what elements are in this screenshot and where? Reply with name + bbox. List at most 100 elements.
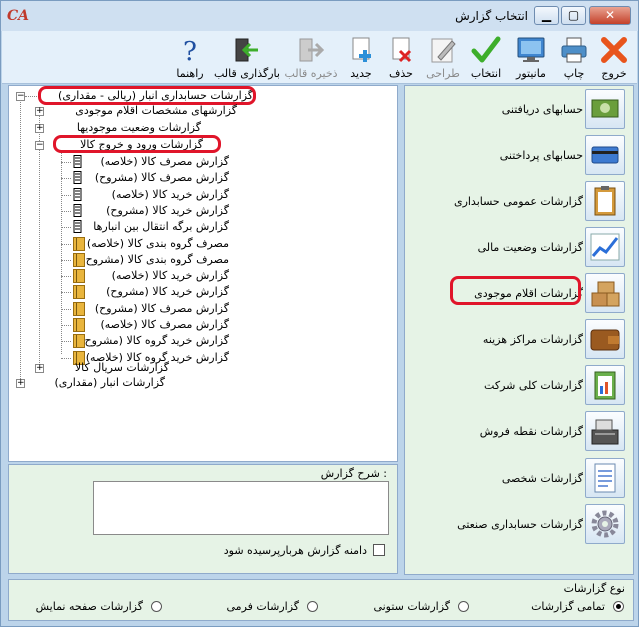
tree-expand-serial[interactable]: + — [35, 364, 44, 373]
tree-item-report-5[interactable]: مصرف گروه بندی کالا (خلاصه) — [87, 236, 229, 252]
new-doc-icon — [346, 35, 376, 65]
category-personal[interactable]: گزارشات شخصی — [413, 458, 627, 502]
category-financial-status[interactable]: گزارشات وضعیت مالی — [413, 227, 627, 271]
report-doc-icon — [73, 155, 83, 168]
highlight-inout — [53, 135, 221, 153]
design-icon — [428, 35, 458, 65]
checkmark-icon — [471, 35, 501, 65]
monitor-button[interactable]: مانیتور — [508, 33, 554, 83]
report-doc-icon — [73, 171, 83, 185]
label-all-reports: تمامی گزارشات — [531, 600, 605, 613]
tree-expand-status[interactable]: + — [35, 124, 44, 133]
money-icon — [585, 89, 625, 129]
new-button[interactable]: جدید — [342, 33, 380, 83]
report-doc-icon — [73, 203, 83, 217]
category-payables[interactable]: حسابهای پرداختنی — [413, 135, 627, 179]
tree-item-report-3[interactable]: گزارش خرید کالا (مشروح) — [106, 203, 229, 219]
ask-range-label: دامنه گزارش هربارپرسیده شود — [223, 544, 367, 557]
cash-register-icon — [585, 411, 625, 451]
tree-item-qty[interactable]: گزارشات انبار (مقداری) — [55, 375, 165, 391]
radio-column-reports[interactable] — [458, 601, 469, 612]
description-title: شرح گزارش : — [320, 467, 387, 480]
printer-icon — [559, 35, 589, 65]
report-book-icon — [73, 269, 85, 284]
select-button[interactable]: انتخاب — [466, 33, 506, 83]
tree-item-report-11[interactable]: گزارش خرید گروه کالا (مشروح) — [80, 333, 229, 349]
monitor-icon — [516, 35, 546, 65]
exit-button[interactable]: خروج — [594, 33, 634, 83]
label-screen-reports: گزارشات صفحه نمایش — [35, 600, 143, 613]
report-doc-icon — [73, 220, 83, 234]
tree-item-report-4[interactable]: گزارش برگه انتقال بین انبارها — [93, 219, 229, 235]
description-box[interactable] — [93, 481, 389, 535]
tree-item-report-0[interactable]: گزارش مصرف کالا (خلاصه) — [100, 154, 229, 170]
delete-doc-icon — [386, 35, 416, 65]
tree-collapse-root[interactable]: − — [16, 92, 25, 101]
category-panel: حسابهای دریافتنی حسابهای پرداختنی گزارشا… — [404, 85, 634, 575]
svg-text:?: ? — [183, 37, 197, 65]
report-book-icon — [73, 285, 85, 300]
window-title: انتخاب گزارش — [455, 9, 528, 23]
report-book-icon — [73, 252, 85, 267]
exit-icon — [599, 35, 629, 65]
description-panel: شرح گزارش : دامنه گزارش هربارپرسیده شود — [8, 464, 398, 574]
boxes-icon — [585, 273, 625, 313]
tree-item-report-7[interactable]: گزارش خرید کالا (خلاصه) — [112, 268, 229, 284]
app-logo: CA — [7, 8, 30, 24]
radio-screen-reports[interactable] — [151, 601, 162, 612]
help-icon: ? — [175, 35, 205, 67]
chart-icon — [585, 227, 625, 267]
design-button[interactable]: طراحی — [422, 33, 464, 83]
delete-button[interactable]: حذف — [382, 33, 420, 83]
toolbar: خروج چاپ مانیتور انتخاب طراحی حذف جدید ذ… — [2, 31, 637, 84]
label-column-reports: گزارشات ستونی — [373, 600, 450, 613]
category-cost-centers[interactable]: گزارشات مراکز هزینه — [413, 319, 627, 363]
report-doc-icon — [73, 187, 83, 201]
load-template-button[interactable]: بارگذاری قالب — [214, 33, 280, 83]
ask-range-checkbox[interactable] — [373, 544, 385, 556]
category-industrial-accounting[interactable]: گزارشات حسابداری صنعتی — [413, 504, 627, 548]
category-point-of-sale[interactable]: گزارشات نقطه فروش — [413, 411, 627, 455]
document-icon — [585, 458, 625, 498]
tree-item-serial[interactable]: گزارشات سریال کالا — [75, 360, 169, 376]
tree-item-status[interactable]: گزارشات وضعیت موجودیها — [77, 120, 201, 136]
close-button[interactable]: ✕ — [589, 6, 631, 25]
report-book-icon — [73, 334, 85, 349]
report-clipboard-icon — [585, 365, 625, 405]
report-book-icon — [73, 301, 85, 316]
highlight-inventory — [450, 276, 581, 305]
tree-item-report-10[interactable]: گزارش مصرف کالا (خلاصه) — [100, 317, 229, 333]
radio-all-reports[interactable] — [613, 601, 624, 612]
radio-form-reports[interactable] — [307, 601, 318, 612]
tree-item-report-1[interactable]: گزارش مصرف کالا (مشروح) — [95, 170, 229, 186]
help-button[interactable]: ? راهنما — [170, 33, 210, 83]
report-book-icon — [73, 318, 85, 332]
load-template-icon — [232, 35, 262, 65]
tree-item-report-9[interactable]: گزارش مصرف کالا (مشروح) — [95, 301, 229, 317]
credit-card-icon — [585, 135, 625, 175]
tree-item-report-6[interactable]: مصرف گروه بندی کالا (مشروح) — [81, 252, 229, 268]
wallet-icon — [585, 319, 625, 359]
title-bar: CA انتخاب گزارش ▁ ▢ ✕ — [1, 1, 638, 31]
tree-item-report-2[interactable]: گزارش خرید کالا (خلاصه) — [112, 187, 229, 203]
report-tree: − گزارشات حسابداری انبار (ریالی - مقداری… — [8, 85, 398, 462]
clipboard-icon — [585, 181, 625, 221]
save-template-button[interactable]: ذخیره قالب — [282, 33, 340, 83]
tree-expand-spec[interactable]: + — [35, 107, 44, 116]
category-general-accounting[interactable]: گزارشات عمومی حسابداری — [413, 181, 627, 225]
minimize-button[interactable]: ▁ — [534, 6, 559, 25]
category-receivables[interactable]: حسابهای دریافتنی — [413, 89, 627, 133]
category-company-overall[interactable]: گزارشات کلی شرکت — [413, 365, 627, 409]
maximize-button[interactable]: ▢ — [561, 6, 586, 25]
tree-expand-qty[interactable]: + — [16, 379, 25, 388]
print-button[interactable]: چاپ — [554, 33, 594, 83]
tree-item-spec[interactable]: گزارشهای مشخصات اقلام موجودی — [75, 103, 237, 119]
report-select-window: CA انتخاب گزارش ▁ ▢ ✕ خروج چاپ مانیتور ا… — [0, 0, 639, 627]
gear-icon — [585, 504, 625, 544]
save-template-icon — [296, 35, 326, 65]
tree-collapse-inout[interactable]: − — [35, 141, 44, 150]
tree-item-report-8[interactable]: گزارش خرید کالا (مشروح) — [106, 284, 229, 300]
label-form-reports: گزارشات فرمی — [226, 600, 299, 613]
report-type-title: نوع گزارشات — [563, 582, 625, 595]
report-type-panel: نوع گزارشات تمامی گزارشات گزارشات ستونی … — [8, 579, 634, 621]
